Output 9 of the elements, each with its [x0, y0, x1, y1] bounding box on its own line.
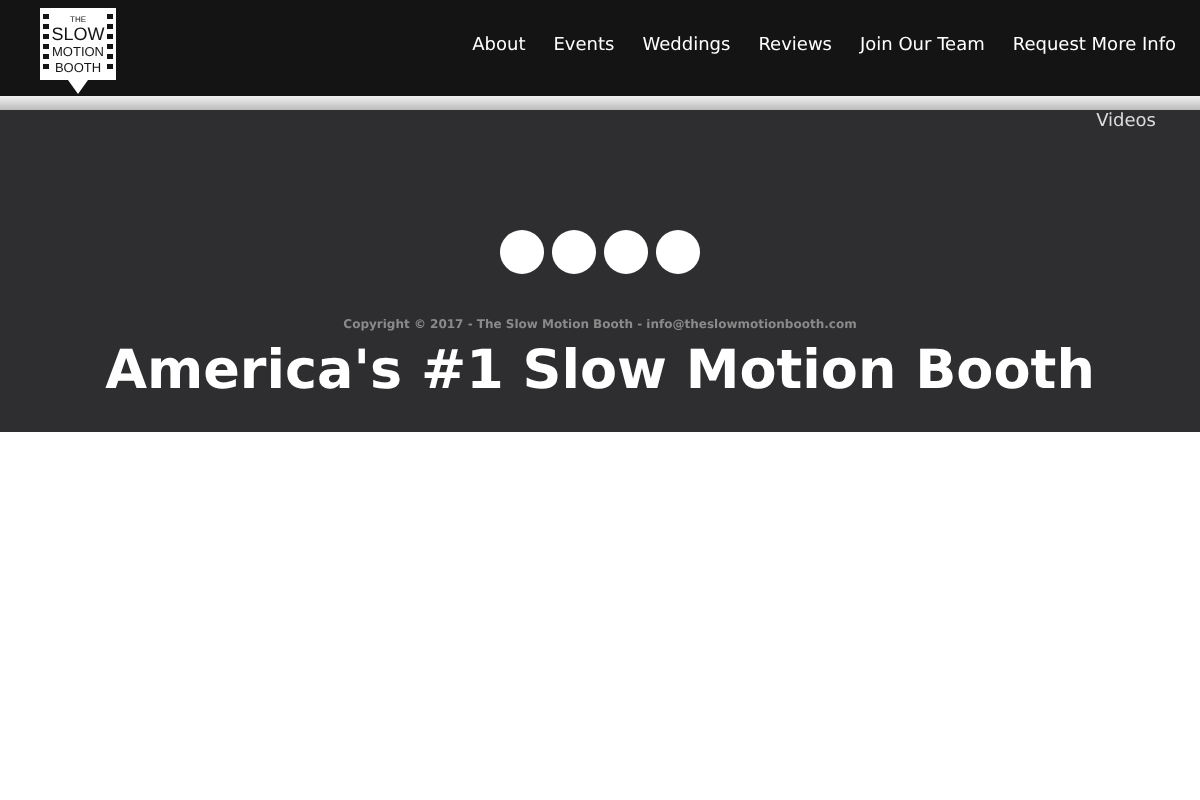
nav-link[interactable]: Videos [1096, 112, 1156, 132]
nav-link[interactable]: Weddings [642, 36, 731, 56]
headline: America's #1 Slow Motion Booth [105, 340, 1095, 402]
nav-link[interactable]: Request More Info [1012, 36, 1176, 56]
logo-text: SLOW [51, 24, 105, 44]
nav-link[interactable]: Events [553, 36, 615, 56]
nav-link[interactable]: About [472, 36, 526, 56]
nav-link[interactable]: Join Our Team [860, 36, 985, 56]
nav-link[interactable]: Reviews [758, 36, 832, 56]
